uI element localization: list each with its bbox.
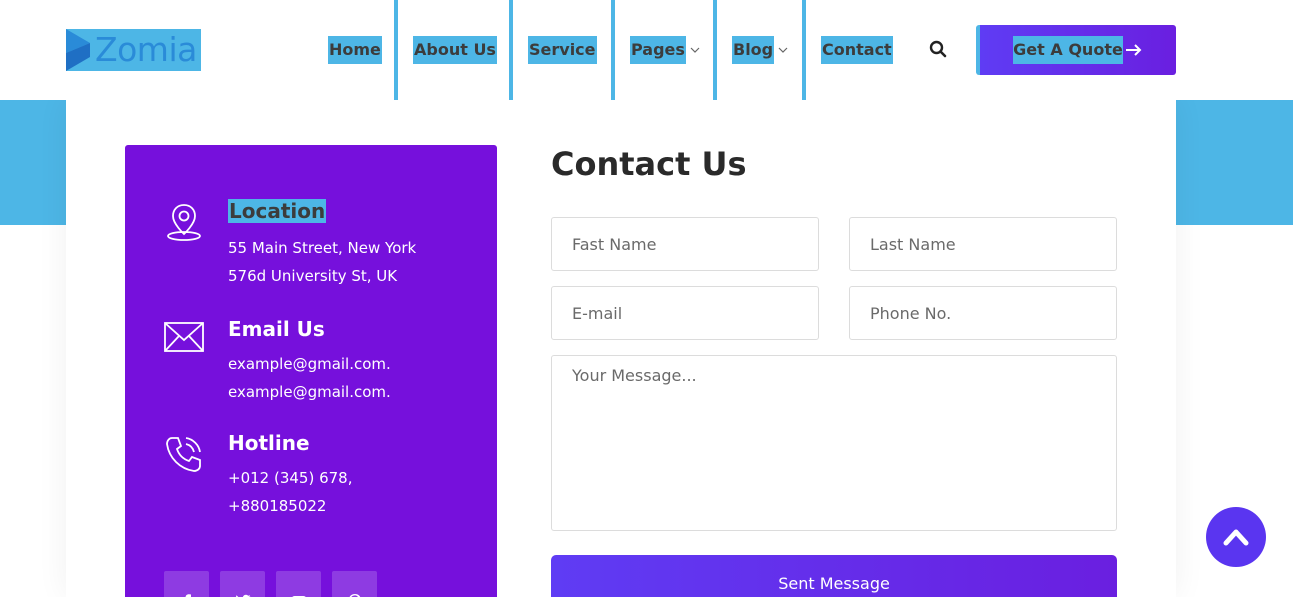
- nav-service[interactable]: Service: [528, 0, 597, 100]
- nav-pages[interactable]: Pages: [630, 0, 700, 100]
- nav-service-label: Service: [528, 36, 597, 64]
- nav-home-label: Home: [328, 36, 382, 64]
- get-quote-button[interactable]: Get A Quote: [976, 25, 1176, 75]
- hero-band-right: [1176, 100, 1293, 225]
- youtube-button[interactable]: [276, 571, 321, 597]
- location-pin-icon: [167, 204, 201, 241]
- pinterest-button[interactable]: [332, 571, 377, 597]
- chevron-down-icon: [778, 47, 788, 53]
- nav-divider: [611, 0, 615, 100]
- nav-divider: [802, 0, 806, 100]
- message-textarea[interactable]: [551, 355, 1117, 531]
- email-title: Email Us: [228, 317, 325, 341]
- twitter-icon: [235, 594, 250, 597]
- hotline-line-1: +012 (345) 678,: [228, 469, 353, 487]
- contact-card: Location 55 Main Street, New York 576d U…: [66, 100, 1176, 597]
- email-line-2: example@gmail.com.: [228, 383, 391, 401]
- arrow-right-icon: [1125, 44, 1142, 56]
- nav-about[interactable]: About Us: [413, 0, 497, 100]
- nav-divider: [509, 0, 513, 100]
- hotline-line-2: +880185022: [228, 497, 327, 515]
- site-header: Zomia Home About Us Service Pages Blog C…: [0, 0, 1293, 100]
- contact-info-panel: Location 55 Main Street, New York 576d U…: [125, 145, 497, 597]
- logo[interactable]: Zomia: [66, 29, 201, 71]
- get-quote-label: Get A Quote: [1013, 36, 1123, 64]
- chevron-up-icon: [1223, 529, 1249, 546]
- nav-blog[interactable]: Blog: [732, 0, 788, 100]
- nav-home[interactable]: Home: [328, 0, 382, 100]
- nav-blog-label: Blog: [732, 36, 775, 64]
- nav-contact-label: Contact: [821, 36, 893, 64]
- last-name-input[interactable]: [849, 217, 1117, 271]
- phone-input[interactable]: [849, 286, 1117, 340]
- facebook-icon: [185, 594, 191, 597]
- nav-divider: [394, 0, 398, 100]
- nav-about-label: About Us: [413, 36, 497, 64]
- chevron-down-icon: [690, 47, 700, 53]
- first-name-input[interactable]: [551, 217, 819, 271]
- logo-mark-icon: [66, 29, 90, 71]
- facebook-button[interactable]: [164, 571, 209, 597]
- search-icon[interactable]: [929, 40, 947, 58]
- nav-divider: [713, 0, 717, 100]
- hotline-title: Hotline: [228, 431, 310, 455]
- hero-band-left: [0, 100, 66, 225]
- location-line-1: 55 Main Street, New York: [228, 239, 417, 257]
- scroll-top-button[interactable]: [1206, 507, 1266, 567]
- get-quote-text: Get A Quote: [1013, 40, 1123, 59]
- twitter-button[interactable]: [220, 571, 265, 597]
- logo-text: Zomia: [95, 30, 197, 69]
- location-line-2: 576d University St, UK: [228, 267, 398, 285]
- envelope-icon: [164, 322, 204, 352]
- pinterest-icon: [349, 594, 360, 597]
- send-message-button[interactable]: Sent Message: [551, 555, 1117, 597]
- location-title: Location: [228, 199, 327, 223]
- contact-form-title: Contact Us: [551, 145, 747, 183]
- nav-pages-label: Pages: [630, 36, 686, 64]
- email-input[interactable]: [551, 286, 819, 340]
- nav-contact[interactable]: Contact: [821, 0, 893, 100]
- phone-icon: [166, 437, 201, 472]
- email-line-1: example@gmail.com.: [228, 355, 391, 373]
- youtube-icon: [291, 596, 306, 597]
